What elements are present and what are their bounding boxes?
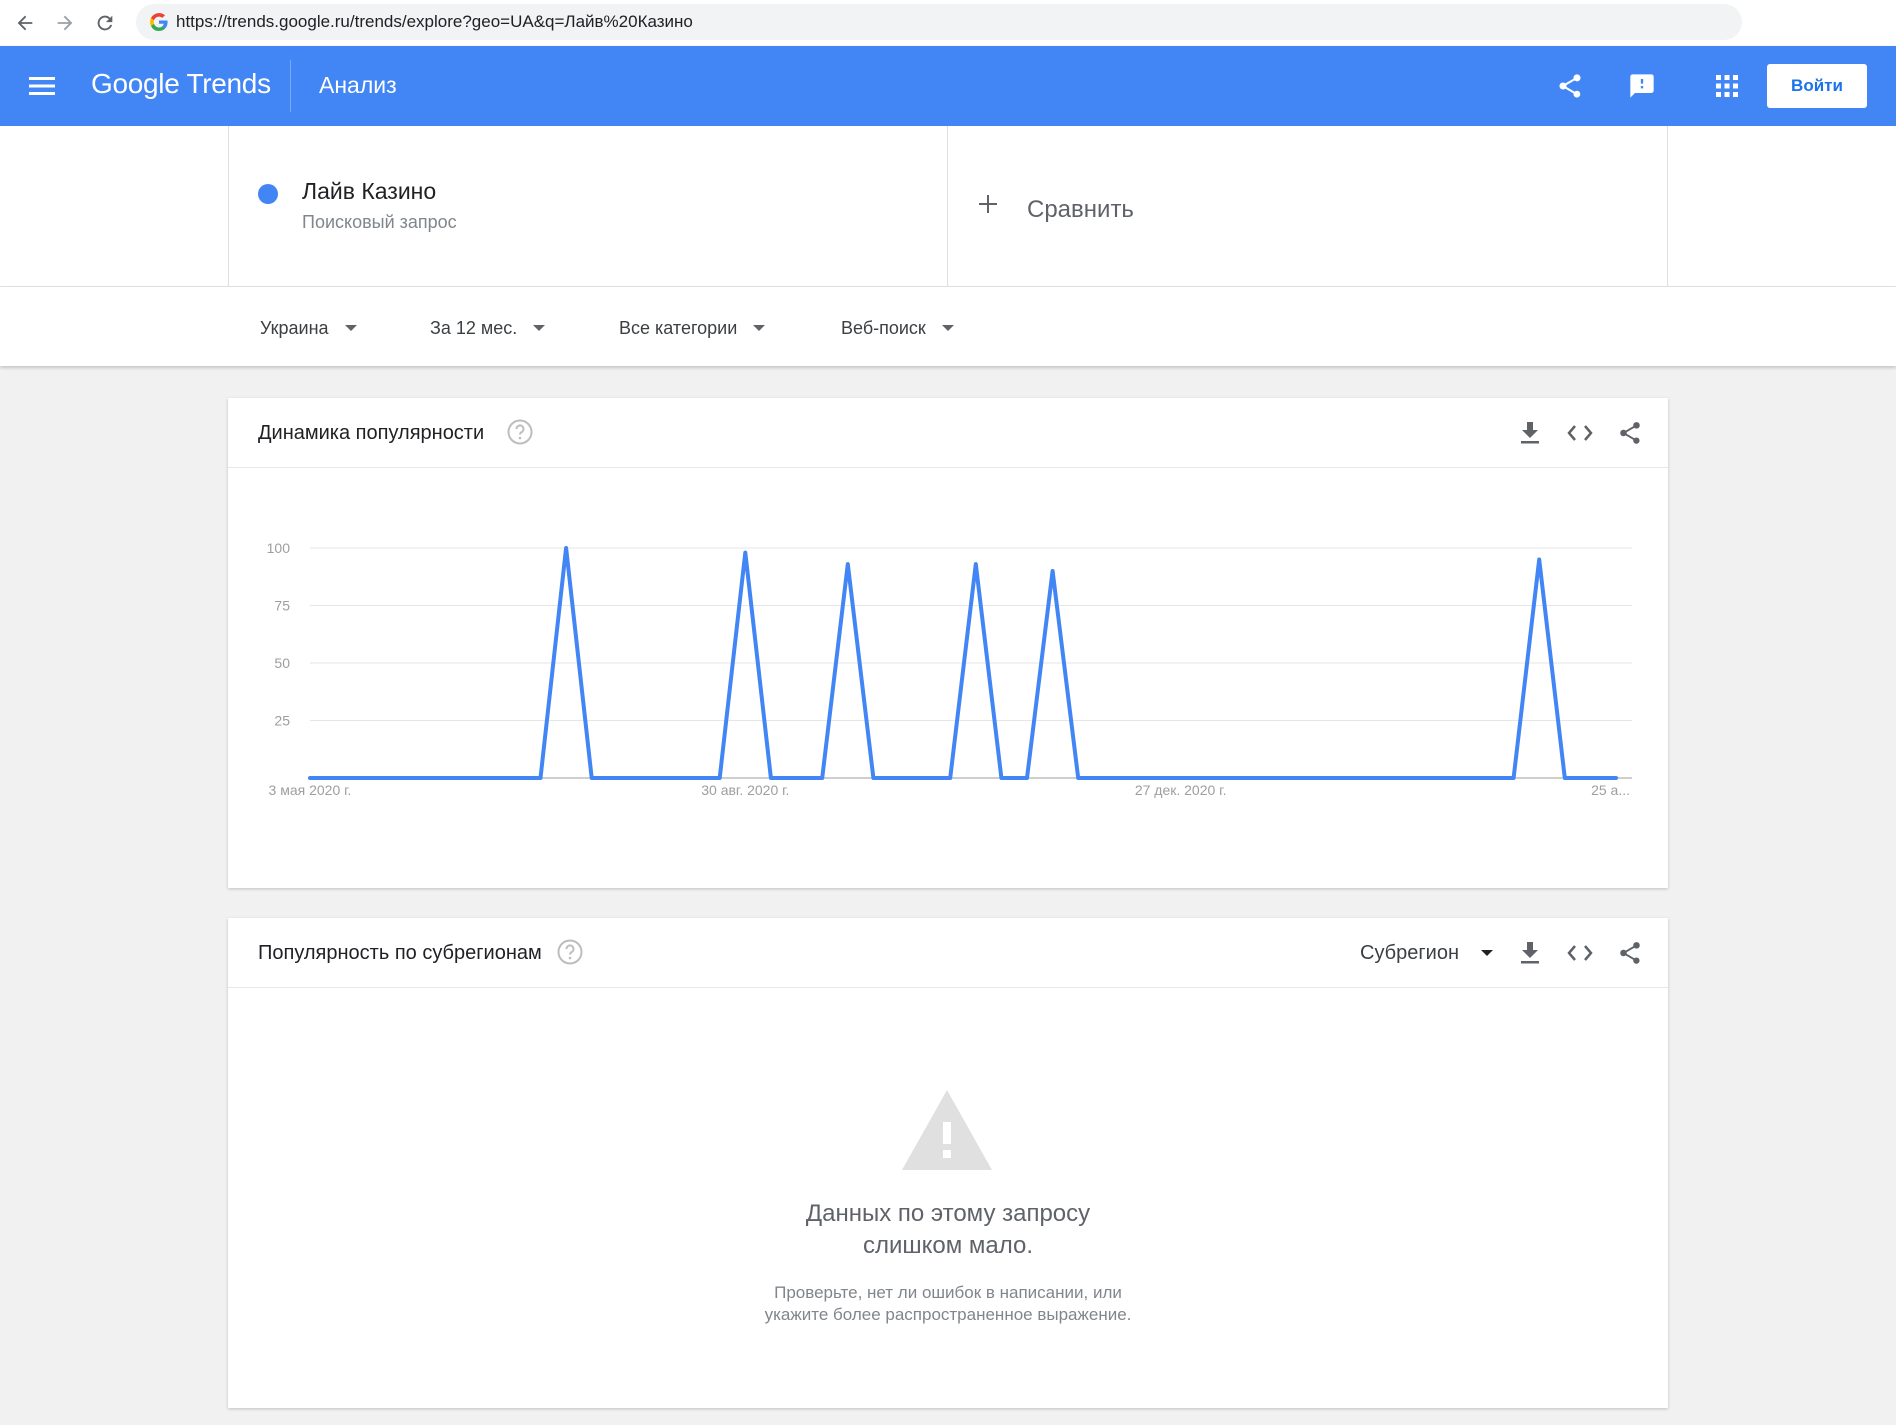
interest-line-chart[interactable]: 25 50 75 100 3 мая 2020 г. 30 авг. 2020 г. 27 … — [228, 468, 1668, 888]
card-header: Динамика популярности — [228, 398, 1668, 468]
search-type-filter[interactable]: Веб-поиск — [841, 315, 954, 341]
main-menu-button[interactable] — [24, 68, 60, 104]
category-filter-label: Все категории — [619, 317, 738, 338]
arrow-forward-icon — [57, 15, 73, 31]
header-divider — [290, 60, 291, 112]
feedback-button[interactable] — [1624, 68, 1660, 104]
download-icon — [1521, 942, 1539, 964]
app-header: Google Trends Анализ Войти — [0, 46, 1896, 126]
y-tick-label: 75 — [274, 598, 290, 614]
help-icon[interactable] — [556, 938, 584, 966]
empty-title-line-2: слишком мало. — [862, 1232, 1034, 1259]
page-title: Анализ — [319, 72, 397, 98]
caret-down-icon — [941, 325, 954, 331]
y-tick-label: 100 — [267, 540, 291, 556]
empty-title-line-1: Данных по этому запросу — [805, 1200, 1091, 1227]
url-text: https://trends.google.ru/trends/explore?… — [176, 12, 693, 31]
code-embed-icon — [1567, 945, 1593, 961]
share-button[interactable] — [1552, 68, 1588, 104]
y-tick-label: 25 — [274, 713, 290, 729]
back-button[interactable] — [9, 7, 41, 39]
reload-button[interactable] — [89, 7, 121, 39]
subregion-card-title: Популярность по субрегионам — [258, 942, 542, 964]
embed-button[interactable] — [1563, 416, 1597, 450]
reload-icon — [97, 15, 113, 31]
category-filter[interactable]: Все категории — [619, 315, 766, 341]
term-color-dot — [258, 184, 278, 204]
search-terms-strip: Лайв Казино Поисковый запрос Сравнить — [0, 126, 1896, 286]
region-filter-label: Украина — [260, 317, 329, 338]
empty-state-title: Данных по этому запросу слишком мало. — [648, 1198, 1248, 1262]
period-filter-label: За 12 мес. — [430, 317, 518, 338]
compare-label: Сравнить — [1027, 196, 1134, 223]
arrow-back-icon — [17, 15, 33, 31]
download-icon — [1521, 422, 1539, 444]
subregion-select[interactable]: Субрегион — [1360, 940, 1494, 966]
feedback-icon — [1630, 74, 1654, 98]
filters-bar: Украина За 12 мес. Все категории Веб-пои… — [0, 286, 1896, 366]
embed-button[interactable] — [1563, 936, 1597, 970]
google-trends-logo[interactable]: Google Trends — [91, 68, 271, 100]
download-button[interactable] — [1513, 936, 1547, 970]
region-filter[interactable]: Украина — [260, 315, 357, 341]
empty-state-subtitle: Проверьте, нет ли ошибок в написании, ил… — [598, 1282, 1298, 1326]
apps-button[interactable] — [1709, 68, 1745, 104]
x-tick-label: 27 дек. 2020 г. — [1135, 782, 1227, 798]
apps-grid-icon — [1716, 75, 1738, 97]
interest-chart-area[interactable]: 25 50 75 100 3 мая 2020 г. 30 авг. 2020 г. 27 … — [228, 468, 1668, 888]
period-filter[interactable]: За 12 мес. — [430, 315, 546, 341]
search-term-type: Поисковый запрос — [302, 212, 457, 232]
share-icon — [1620, 942, 1640, 964]
google-g-icon — [150, 13, 168, 31]
caret-down-icon — [344, 325, 357, 331]
interest-over-time-card: Динамика популярности 25 50 75 100 3 мая 202… — [228, 398, 1668, 888]
subregion-card: Популярность по субрегионам Субрегион Да… — [228, 918, 1668, 1408]
download-button[interactable] — [1513, 416, 1547, 450]
card-share-button[interactable] — [1613, 936, 1647, 970]
share-icon — [1620, 422, 1640, 444]
search-term-card[interactable]: Лайв Казино Поисковый запрос — [228, 126, 948, 286]
hamburger-menu-icon — [29, 77, 55, 95]
subregion-select-label: Субрегион — [1360, 941, 1460, 964]
compare-card[interactable]: Сравнить — [948, 126, 1668, 286]
browser-toolbar: https://trends.google.ru/trends/explore?… — [0, 0, 1896, 46]
empty-sub-line-1: Проверьте, нет ли ошибок в написании, ил… — [774, 1283, 1122, 1302]
card-share-button[interactable] — [1613, 416, 1647, 450]
x-tick-label: 25 а... — [1591, 782, 1630, 798]
x-tick-label: 3 мая 2020 г. — [269, 782, 352, 798]
warning-icon — [902, 1090, 992, 1170]
search-term-name[interactable]: Лайв Казино — [302, 178, 436, 205]
caret-down-icon — [1481, 950, 1494, 956]
caret-down-icon — [533, 325, 546, 331]
search-type-filter-label: Веб-поиск — [841, 317, 926, 338]
code-embed-icon — [1567, 425, 1593, 441]
forward-button[interactable] — [49, 7, 81, 39]
share-icon — [1559, 74, 1581, 98]
plus-icon — [979, 195, 997, 213]
address-bar[interactable]: https://trends.google.ru/trends/explore?… — [136, 4, 1742, 40]
x-tick-label: 30 авг. 2020 г. — [701, 782, 789, 798]
help-icon[interactable] — [506, 418, 534, 446]
interest-card-title: Динамика популярности — [258, 422, 485, 444]
caret-down-icon — [753, 325, 766, 331]
card-header: Популярность по субрегионам Субрегион — [228, 918, 1668, 988]
empty-sub-line-2: укажите более распространенное выражение… — [764, 1305, 1132, 1324]
y-tick-label: 50 — [274, 655, 290, 671]
login-button[interactable]: Войти — [1767, 64, 1867, 108]
